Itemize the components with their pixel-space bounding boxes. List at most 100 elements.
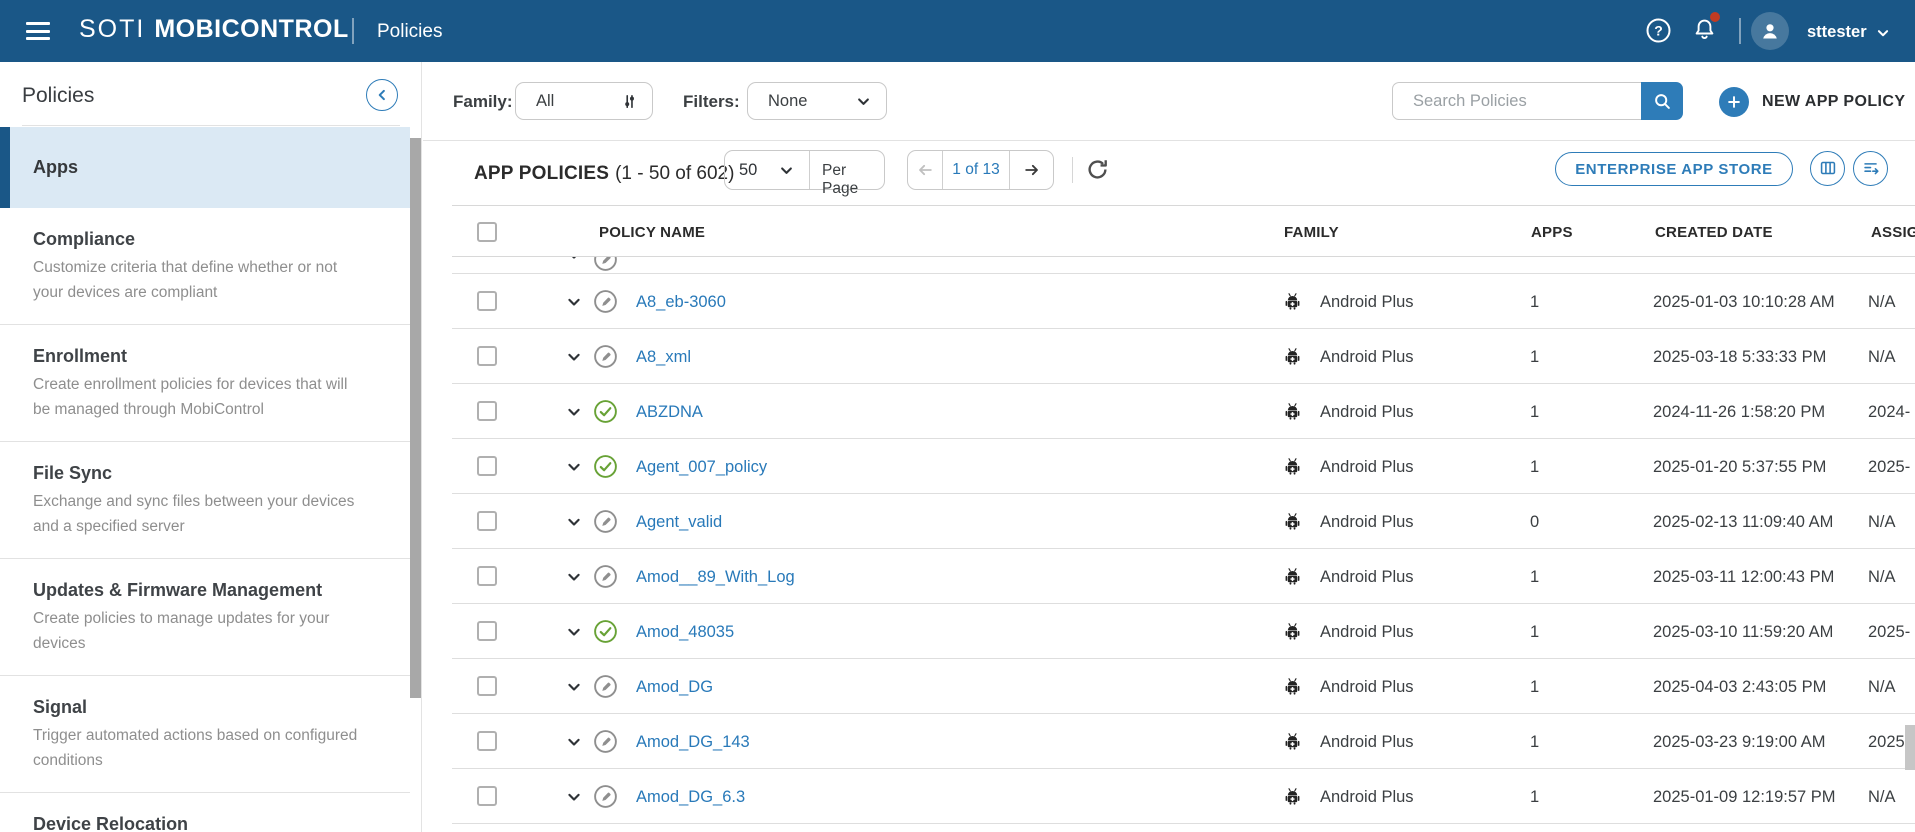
page-indicator[interactable]: 1 of 13 — [942, 151, 1010, 189]
column-settings-button[interactable] — [1810, 151, 1845, 186]
policies-sidebar: Policies AppsComplianceCustomize criteri… — [0, 62, 422, 832]
draft-status-icon[interactable] — [593, 509, 618, 534]
table-row: A8_xmlAndroid Plus12025-03-18 5:33:33 PM… — [452, 329, 1915, 384]
family-dropdown[interactable]: All — [515, 82, 653, 120]
enterprise-app-store-button[interactable]: ENTERPRISE APP STORE — [1555, 152, 1793, 186]
apps-count-cell: 1 — [1530, 788, 1539, 807]
family-cell: Android Plus — [1320, 293, 1414, 312]
sidebar-item-compliance[interactable]: ComplianceCustomize criteria that define… — [0, 208, 410, 325]
sliders-icon — [620, 92, 639, 111]
sidebar-item-signal[interactable]: Signal Trigger automated actions based on… — [0, 676, 410, 793]
sidebar-item-updates-firmware-management[interactable]: Updates & Firmware ManagementCreate poli… — [0, 559, 410, 676]
row-expander-chevron-icon[interactable] — [564, 567, 584, 587]
draft-status-icon[interactable] — [593, 729, 618, 754]
sidebar-item-enrollment[interactable]: EnrollmentCreate enrollment policies for… — [0, 325, 410, 442]
draft-status-icon[interactable] — [593, 289, 618, 314]
policy-name-link[interactable]: Agent_007_policy — [636, 458, 767, 477]
column-header-family[interactable]: FAMILY — [1284, 224, 1339, 241]
created-date-cell: 2025-04-03 2:43:05 PM — [1653, 678, 1826, 697]
row-expander-chevron-icon[interactable] — [564, 787, 584, 807]
family-cell: Android Plus — [1320, 458, 1414, 477]
draft-status-icon[interactable] — [593, 564, 618, 589]
row-checkbox[interactable] — [477, 511, 497, 531]
sidebar-scrollbar-thumb[interactable] — [410, 138, 421, 698]
family-dropdown-value: All — [536, 92, 554, 111]
row-checkbox[interactable] — [477, 401, 497, 421]
sidebar-item-file-sync[interactable]: File SyncExchange and sync files between… — [0, 442, 410, 559]
sidebar-item-description: Create policies to manage updates for yo… — [33, 606, 362, 656]
export-button[interactable] — [1853, 151, 1888, 186]
policy-name-link[interactable]: Agent_valid — [636, 513, 722, 532]
main-scrollbar-thumb[interactable] — [1905, 725, 1915, 770]
policy-name-link[interactable]: ABZDNA — [636, 403, 703, 422]
row-expander-chevron-icon[interactable] — [564, 677, 584, 697]
row-expander-chevron-icon[interactable] — [564, 622, 584, 642]
android-plus-icon — [1283, 347, 1302, 366]
filters-dropdown[interactable]: None — [747, 82, 887, 120]
family-cell: Android Plus — [1320, 568, 1414, 587]
policy-name-link[interactable]: Amod_DG_6.3 — [636, 788, 745, 807]
help-icon[interactable] — [1645, 17, 1672, 44]
created-date-cell: 2025-01-03 10:10:28 AM — [1653, 293, 1835, 312]
draft-status-icon[interactable] — [593, 344, 618, 369]
draft-status-icon[interactable] — [593, 674, 618, 699]
approved-status-icon[interactable] — [593, 454, 618, 479]
sidebar-item-description: Trigger automated actions based on confi… — [33, 723, 362, 773]
per-page-select-value[interactable]: 50 — [739, 161, 757, 180]
row-expander-chevron-icon[interactable] — [564, 732, 584, 752]
approved-status-icon[interactable] — [593, 619, 618, 644]
column-header-apps[interactable]: APPS — [1531, 224, 1573, 241]
draft-status-icon[interactable] — [593, 784, 618, 809]
policy-name-link[interactable]: Amod_DG — [636, 678, 713, 697]
sidebar-item-description: Exchange and sync files between your dev… — [33, 489, 362, 539]
refresh-icon[interactable] — [1084, 156, 1111, 183]
row-checkbox[interactable] — [477, 291, 497, 311]
policy-name-link[interactable]: A8_xml — [636, 348, 691, 367]
sidebar-divider — [22, 125, 400, 126]
apps-count-cell: 1 — [1530, 458, 1539, 477]
search-input[interactable] — [1392, 82, 1641, 120]
sidebar-item-device-relocation[interactable]: Device Relocation — [0, 793, 410, 832]
row-checkbox[interactable] — [477, 676, 497, 696]
search-button[interactable] — [1641, 82, 1683, 120]
row-checkbox[interactable] — [477, 456, 497, 476]
row-expander-chevron-icon[interactable] — [564, 512, 584, 532]
row-expander-chevron-icon[interactable] — [564, 457, 584, 477]
next-page-button[interactable] — [1010, 151, 1053, 189]
row-checkbox[interactable] — [477, 566, 497, 586]
user-menu-chevron-down-icon[interactable] — [1874, 24, 1892, 42]
chevron-down-icon[interactable] — [777, 161, 796, 180]
hamburger-icon[interactable] — [26, 22, 50, 40]
column-header-assigned[interactable]: ASSIG — [1871, 224, 1915, 241]
prev-page-button[interactable] — [908, 151, 942, 189]
row-expander-chevron-icon[interactable] — [564, 402, 584, 422]
sidebar-item-label: Signal — [33, 696, 362, 719]
table-body: A8_eb-3060 Android Plus 1 2025-01-03 10:10:… — [452, 274, 1915, 824]
column-header-created-date[interactable]: CREATED DATE — [1655, 224, 1773, 241]
topbar-divider — [1739, 18, 1741, 44]
sidebar-item-apps[interactable]: Apps — [0, 127, 410, 208]
row-checkbox[interactable] — [477, 786, 497, 806]
created-date-cell: 2024-11-26 1:58:20 PM — [1653, 403, 1825, 422]
approved-status-icon[interactable] — [593, 399, 618, 424]
row-checkbox[interactable] — [477, 346, 497, 366]
policy-name-link[interactable]: Amod__89_With_Log — [636, 568, 795, 587]
username[interactable]: sttester — [1807, 23, 1867, 42]
avatar[interactable] — [1751, 12, 1789, 50]
policy-name-link[interactable]: A8_eb-3060 — [636, 293, 726, 312]
sidebar-item-label: Enrollment — [33, 345, 362, 368]
collapse-sidebar-button[interactable] — [366, 79, 398, 111]
row-checkbox[interactable] — [477, 731, 497, 751]
policy-name-link[interactable]: Amod_48035 — [636, 623, 734, 642]
partial-table-row — [452, 257, 1915, 274]
row-expander-chevron-icon[interactable] — [564, 292, 584, 312]
select-all-checkbox[interactable] — [477, 222, 497, 242]
new-app-policy-button[interactable]: NEW APP POLICY — [1719, 82, 1905, 122]
row-expander-chevron-icon[interactable] — [564, 347, 584, 367]
policy-name-link[interactable]: Amod_DG_143 — [636, 733, 750, 752]
notifications-button[interactable] — [1691, 16, 1719, 46]
column-header-policy-name[interactable]: POLICY NAME — [599, 224, 705, 241]
apps-count-cell: 1 — [1530, 678, 1539, 697]
created-date-cell: 2025-02-13 11:09:40 AM — [1653, 513, 1833, 532]
row-checkbox[interactable] — [477, 621, 497, 641]
